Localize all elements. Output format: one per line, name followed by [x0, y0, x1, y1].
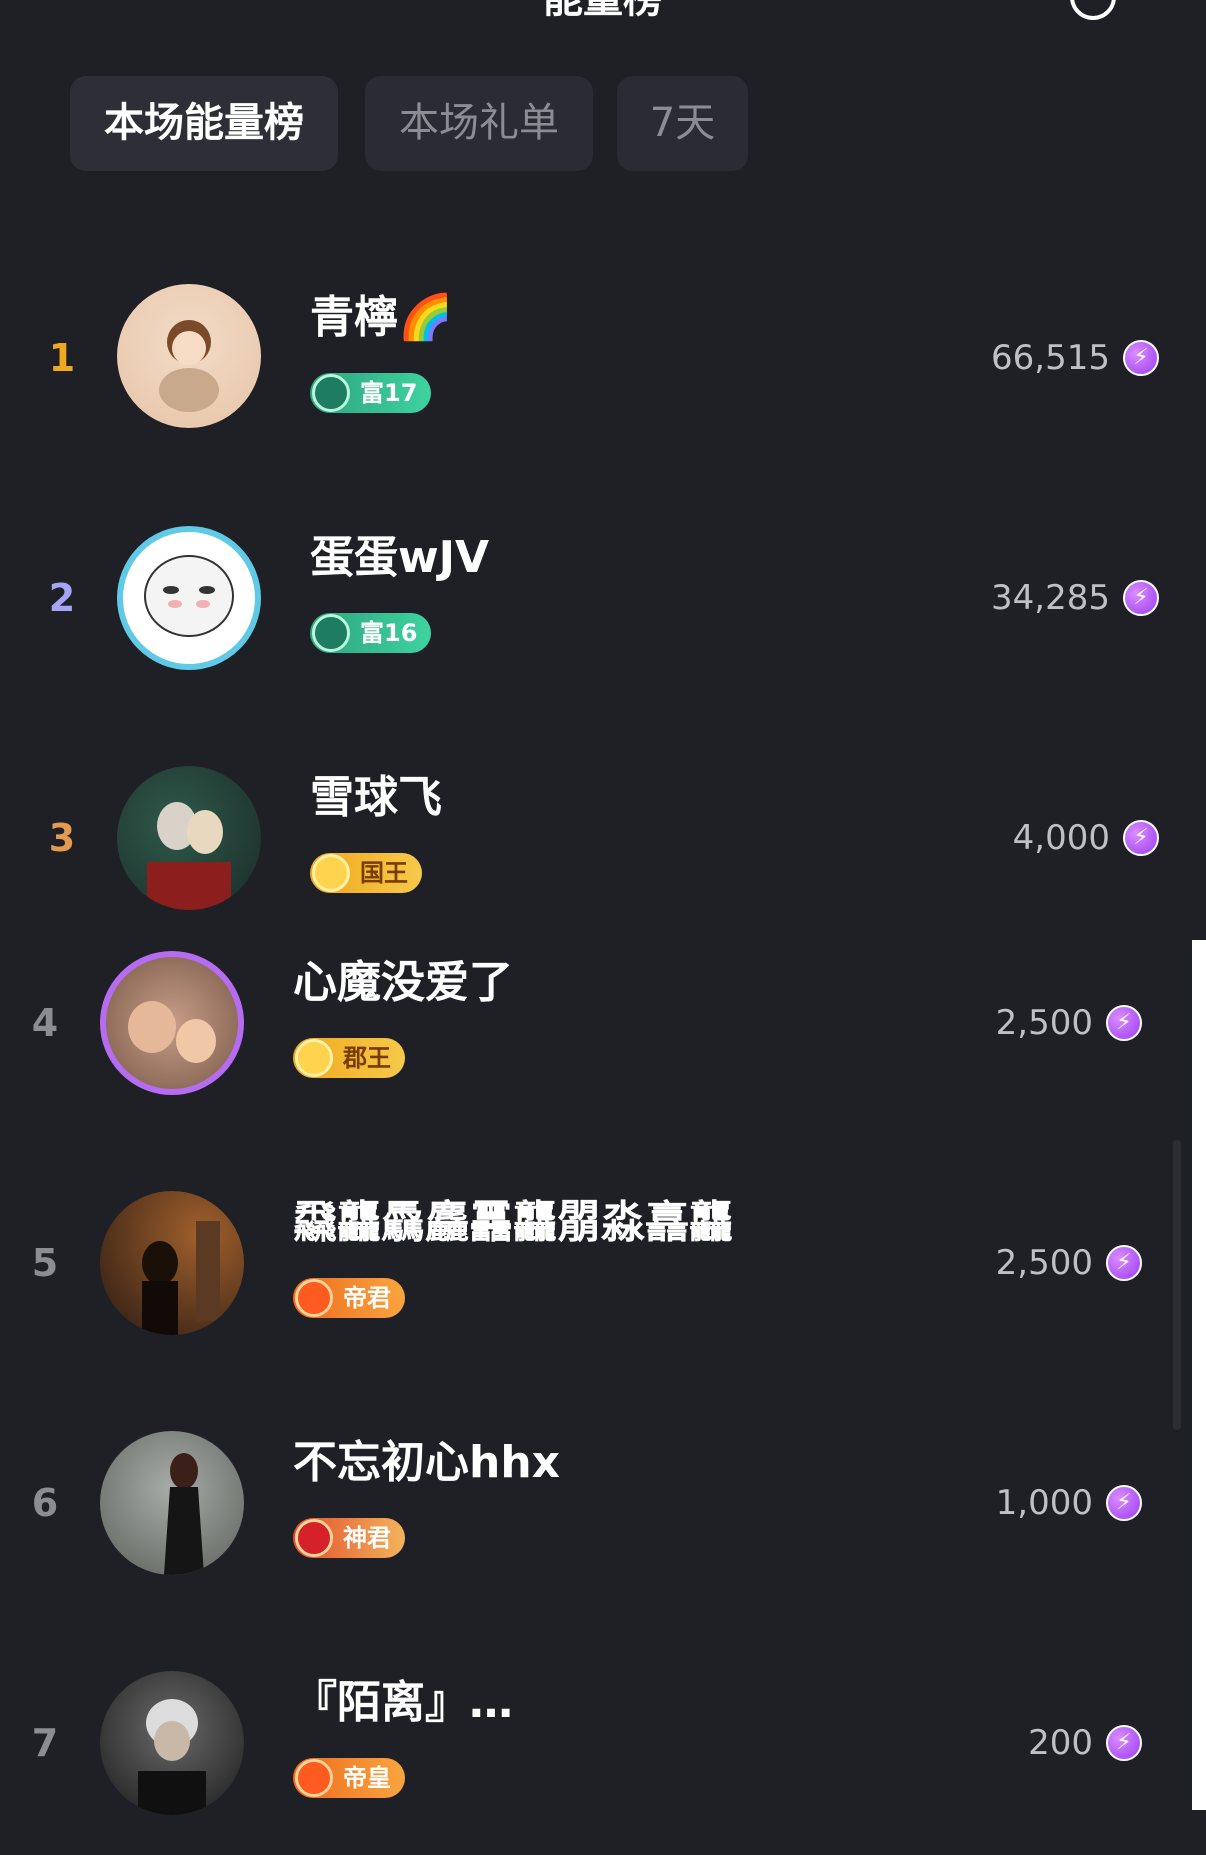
- noble-icon: [295, 1519, 333, 1557]
- badge-label: 郡王: [343, 1044, 391, 1072]
- level-badge: 富17: [310, 373, 432, 413]
- list-item[interactable]: 3 雪球飞 国王 4,000 ⚡: [0, 750, 1206, 950]
- badge-label: 帝君: [343, 1284, 391, 1312]
- avatar-illustration: [147, 802, 231, 910]
- level-badge: 富16: [310, 613, 432, 653]
- tab-gift-list[interactable]: 本场礼单: [365, 76, 593, 171]
- list-item[interactable]: 7 『陌离』… 帝皇 200 ⚡: [0, 1655, 1206, 1855]
- avatar-illustration: [144, 555, 234, 637]
- rank-number: 6: [31, 1481, 59, 1525]
- rank-number: 4: [31, 1001, 59, 1045]
- avatar[interactable]: [100, 1671, 244, 1815]
- rank-number: 7: [31, 1721, 59, 1765]
- noble-icon: [295, 1759, 333, 1797]
- username[interactable]: 青檸🌈: [310, 290, 453, 346]
- badge-label: 富17: [360, 379, 418, 407]
- level-badge: 国王: [310, 853, 422, 893]
- list-item[interactable]: 1 青檸🌈 富17 66,515 ⚡: [0, 270, 1206, 470]
- tab-energy-rank[interactable]: 本场能量榜: [70, 76, 338, 171]
- energy-score: 2,500: [995, 1003, 1093, 1043]
- wealth-level-icon: [312, 614, 350, 652]
- lightning-icon: ⚡: [1106, 1485, 1142, 1521]
- username[interactable]: 飝龘驫麤靐龘朤淼譶龘: [293, 1195, 733, 1251]
- noble-icon: [295, 1279, 333, 1317]
- list-item[interactable]: 2 蛋蛋wJV 富16 34,285 ⚡: [0, 510, 1206, 710]
- avatar-illustration: [159, 320, 219, 412]
- avatar[interactable]: [117, 766, 261, 910]
- avatar[interactable]: [100, 1191, 244, 1335]
- avatar-illustration: [164, 1453, 204, 1575]
- energy-score: 34,285: [991, 578, 1110, 618]
- badge-label: 神君: [343, 1524, 391, 1552]
- lightning-icon: ⚡: [1123, 580, 1159, 616]
- noble-icon: [312, 854, 350, 892]
- username[interactable]: 不忘初心hhx: [293, 1435, 560, 1491]
- energy-score: 66,515: [991, 338, 1110, 378]
- username[interactable]: 蛋蛋wJV: [310, 530, 489, 586]
- level-badge: 郡王: [293, 1038, 405, 1078]
- username[interactable]: 雪球飞: [310, 770, 442, 826]
- energy-score: 4,000: [1012, 818, 1110, 858]
- avatar-illustration: [138, 1699, 206, 1815]
- energy-score: 200: [1028, 1723, 1093, 1763]
- badge-label: 富16: [360, 619, 418, 647]
- level-badge: 神君: [293, 1518, 405, 1558]
- badge-label: 帝皇: [343, 1764, 391, 1792]
- avatar[interactable]: [117, 284, 261, 428]
- badge-label: 国王: [360, 859, 408, 887]
- lightning-icon: ⚡: [1106, 1245, 1142, 1281]
- username[interactable]: 『陌离』…: [293, 1675, 513, 1731]
- page-title: 能量榜: [0, 0, 1206, 24]
- list-item[interactable]: 6 不忘初心hhx 神君 1,000 ⚡: [0, 1415, 1206, 1615]
- lightning-icon: ⚡: [1123, 820, 1159, 856]
- wealth-level-icon: [312, 374, 350, 412]
- lightning-icon: ⚡: [1106, 1725, 1142, 1761]
- noble-icon: [295, 1039, 333, 1077]
- list-item[interactable]: 5 飝龘驫麤靐龘朤淼譶龘 帝君 2,500 ⚡: [0, 1175, 1206, 1375]
- avatar[interactable]: [100, 951, 244, 1095]
- rank-number: 5: [31, 1241, 59, 1285]
- lightning-icon: ⚡: [1123, 340, 1159, 376]
- rank-number: 1: [48, 336, 76, 380]
- energy-score: 2,500: [995, 1243, 1093, 1283]
- rank-number: 3: [48, 816, 76, 860]
- list-item[interactable]: 4 心魔没爱了 郡王 2,500 ⚡: [0, 935, 1206, 1135]
- username[interactable]: 心魔没爱了: [293, 955, 513, 1011]
- level-badge: 帝君: [293, 1278, 405, 1318]
- energy-score: 1,000: [995, 1483, 1093, 1523]
- lightning-icon: ⚡: [1106, 1005, 1142, 1041]
- avatar[interactable]: [117, 526, 261, 670]
- avatar-illustration: [128, 1001, 216, 1063]
- rank-number: 2: [48, 576, 76, 620]
- avatar[interactable]: [100, 1431, 244, 1575]
- avatar-illustration: [142, 1221, 220, 1335]
- tab-7-days[interactable]: 7天: [617, 76, 748, 171]
- level-badge: 帝皇: [293, 1758, 405, 1798]
